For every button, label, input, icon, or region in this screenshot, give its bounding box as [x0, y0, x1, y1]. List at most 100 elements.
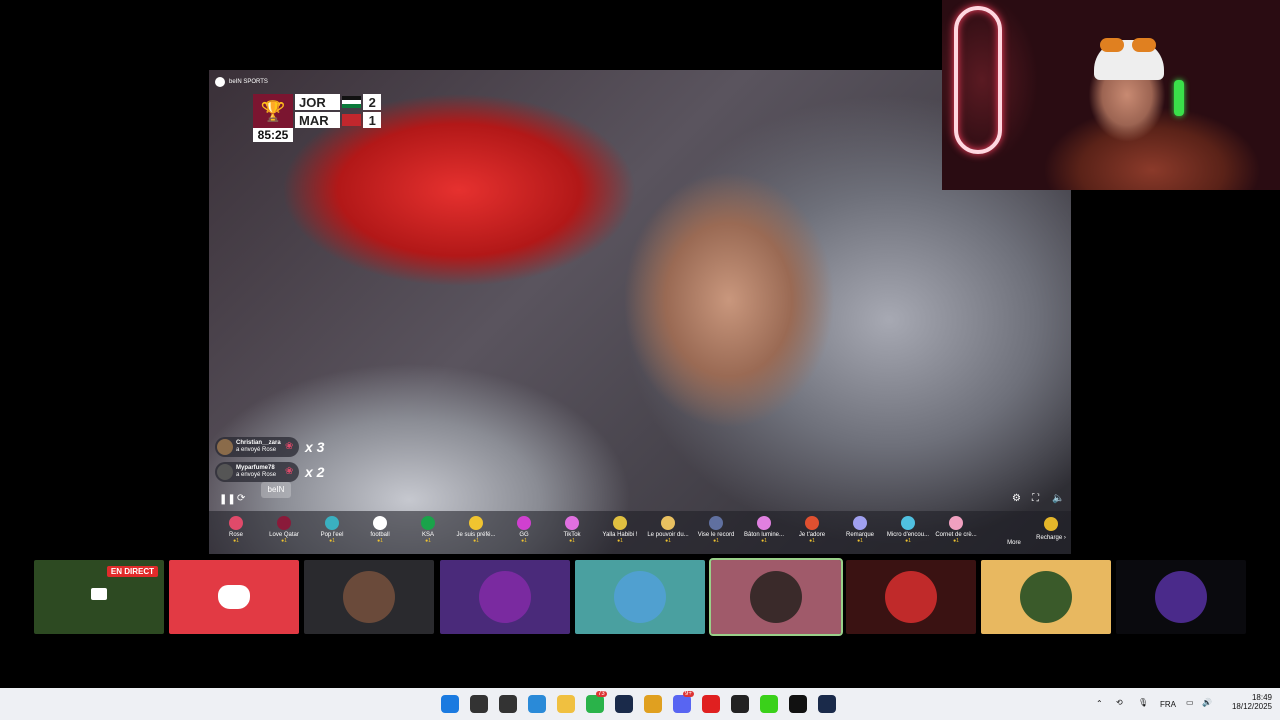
windows-start-icon[interactable]: [441, 695, 459, 713]
gift-action: a envoyé Rose: [236, 472, 277, 478]
gift-item[interactable]: Je t'adore ●1: [788, 511, 836, 554]
gift-icon: [757, 516, 771, 530]
source-tile[interactable]: [304, 560, 434, 634]
gift-item[interactable]: Rose ●1: [212, 511, 260, 554]
live-badge: EN DIRECT: [106, 566, 158, 577]
coin-icon: [1044, 517, 1058, 531]
gift-icon: [517, 516, 531, 530]
source-tile[interactable]: [440, 560, 570, 634]
edge-icon[interactable]: [528, 695, 546, 713]
gift-feed-item: Myparfume78 a envoyé Rose ❀ x 2: [215, 461, 324, 483]
jordan-flag-icon: [342, 96, 362, 108]
tiktok-icon[interactable]: [789, 695, 807, 713]
sync-icon[interactable]: ⟲: [1116, 698, 1123, 707]
gift-item[interactable]: GG ●1: [500, 511, 548, 554]
gift-price: ●1: [377, 538, 383, 544]
channel-logo-icon: [215, 77, 225, 87]
gift-price: ●1: [905, 538, 911, 544]
gift-multiplier: x 2: [305, 464, 325, 480]
steam-icon-2[interactable]: [818, 695, 836, 713]
source-tile[interactable]: [575, 560, 705, 634]
gift-item[interactable]: Cornet de crè... ●1: [932, 511, 980, 554]
search-icon[interactable]: [470, 695, 488, 713]
team-code: MAR: [295, 112, 340, 128]
team-row-away: MAR 1: [295, 112, 381, 128]
volume-icon[interactable]: 🔈: [1052, 493, 1064, 504]
source-tile[interactable]: [981, 560, 1111, 634]
notification-badge: 73: [596, 691, 607, 697]
pause-icon[interactable]: ❚❚: [219, 494, 236, 505]
gift-item[interactable]: football ●1: [356, 511, 404, 554]
volume-icon[interactable]: 🔊: [1202, 698, 1212, 707]
team-goals: 1: [363, 112, 381, 128]
gift-price: ●1: [521, 538, 527, 544]
gift-item[interactable]: TikTok ●1: [548, 511, 596, 554]
recharge-label: Recharge ›: [1036, 535, 1066, 541]
steam-icon[interactable]: [615, 695, 633, 713]
gift-item[interactable]: Micro d'encou... ●1: [884, 511, 932, 554]
avatar: [1020, 571, 1072, 623]
team-goals: 2: [363, 94, 381, 110]
gift-icon: [469, 516, 483, 530]
language-indicator[interactable]: FRA: [1160, 700, 1176, 709]
avatar: [217, 439, 233, 455]
gift-item[interactable]: KSA ●1: [404, 511, 452, 554]
neon-light-decoration: [954, 6, 1002, 154]
whatsapp-icon[interactable]: 73: [586, 691, 607, 713]
youtube-icon[interactable]: [702, 695, 720, 713]
source-tile[interactable]: [169, 560, 299, 634]
gift-bar: Rose ●1 Love Qatar ●1 Pop l'eel ●1 football ●1 K…: [209, 511, 1071, 554]
source-tile[interactable]: EN DIRECT: [34, 560, 164, 634]
recharge-button[interactable]: Recharge ›: [1031, 511, 1071, 554]
clock[interactable]: 18:49 18/12/2025: [1226, 693, 1272, 711]
gift-icon: [709, 516, 723, 530]
gift-item[interactable]: Pop l'eel ●1: [308, 511, 356, 554]
file-explorer-icon[interactable]: [557, 695, 575, 713]
task-view-icon[interactable]: [499, 695, 517, 713]
team-row-home: JOR 2: [295, 94, 381, 110]
gift-price: ●1: [473, 538, 479, 544]
gift-icon: [325, 516, 339, 530]
rose-icon: ❀: [285, 441, 294, 452]
gift-icon: [373, 516, 387, 530]
expand-icon[interactable]: ⛶: [1032, 493, 1039, 504]
gift-item[interactable]: Love Qatar ●1: [260, 511, 308, 554]
windows-taskbar: 73 9+ ⌃ ⟲ 🎙 FRA ▭ 🔊 18:49 18/12/2025: [0, 688, 1280, 720]
obs-icon[interactable]: [731, 695, 749, 713]
gift-sender: Myparfume78: [236, 465, 275, 471]
gift-price: ●1: [953, 538, 959, 544]
source-tile[interactable]: [709, 558, 843, 636]
gift-price: ●1: [857, 538, 863, 544]
gift-icon: [277, 516, 291, 530]
gift-price: ●1: [617, 538, 623, 544]
avatar: [885, 571, 937, 623]
time: 18:49: [1251, 693, 1272, 702]
gift-item[interactable]: Le pouvoir du... ●1: [644, 511, 692, 554]
settings-icon[interactable]: ⚙: [1012, 493, 1021, 504]
kick-icon[interactable]: [760, 695, 778, 713]
gift-icon: [229, 516, 243, 530]
gift-item[interactable]: Bâton lumine... ●1: [740, 511, 788, 554]
source-tile[interactable]: [846, 560, 976, 634]
channel-name: beIN SPORTS: [229, 79, 268, 85]
refresh-icon[interactable]: ⟳: [237, 493, 245, 504]
gift-item[interactable]: Je suis préfé... ●1: [452, 511, 500, 554]
source-tile[interactable]: [1116, 560, 1246, 634]
gift-price: ●1: [809, 538, 815, 544]
discord-icon: [218, 585, 250, 609]
discord-icon[interactable]: 9+: [673, 691, 694, 713]
gift-item[interactable]: Vise le record ●1: [692, 511, 740, 554]
gift-item[interactable]: Remarque ●1: [836, 511, 884, 554]
microphone-icon[interactable]: 🎙: [1138, 698, 1148, 707]
avatar: [1155, 571, 1207, 623]
gift-price: ●1: [329, 538, 335, 544]
chevron-up-icon[interactable]: ⌃: [1096, 699, 1103, 708]
avatar: [343, 571, 395, 623]
display-icon[interactable]: ▭: [1186, 698, 1194, 707]
trophy-icon: 🏆: [253, 94, 293, 128]
gift-icon: [565, 516, 579, 530]
gift-item[interactable]: Yalla Habibi ! ●1: [596, 511, 644, 554]
monitor-icon: [91, 588, 107, 600]
chrome-icon[interactable]: [644, 695, 662, 713]
more-gifts-button[interactable]: More: [997, 511, 1031, 554]
